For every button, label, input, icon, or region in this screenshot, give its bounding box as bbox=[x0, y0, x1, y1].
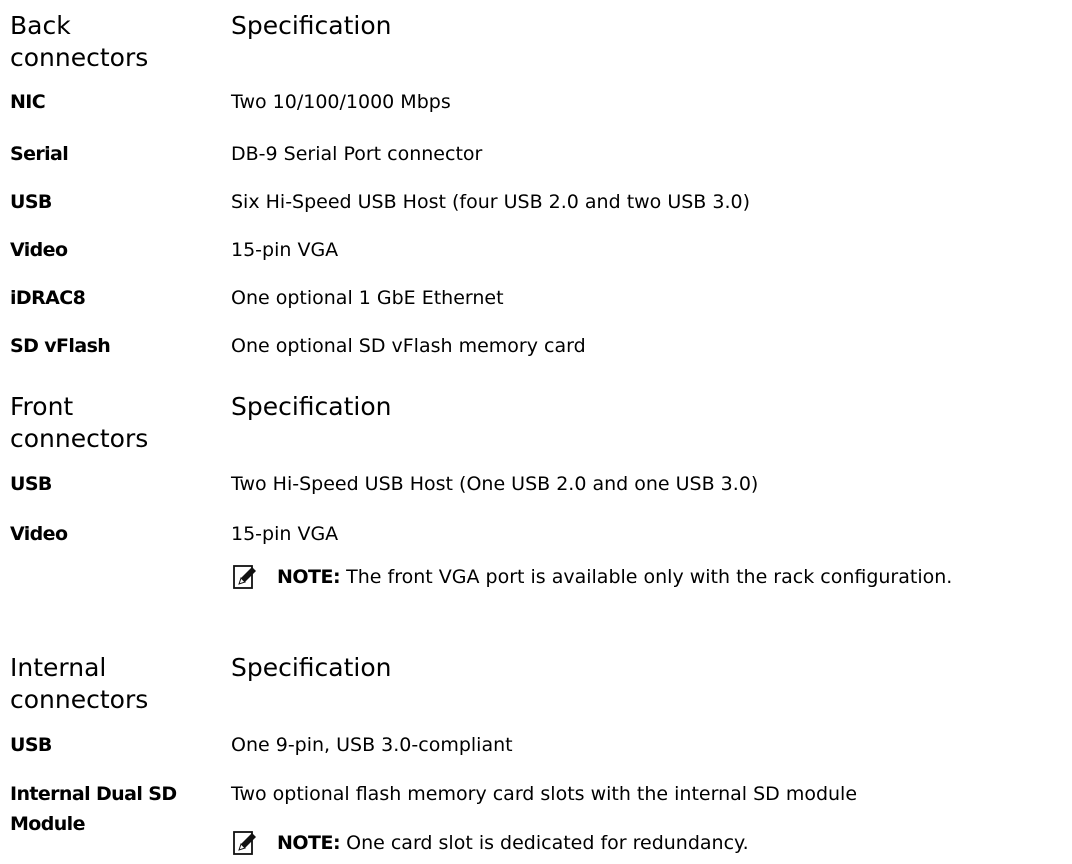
row-label: Internal Dual SD Module bbox=[10, 783, 177, 835]
row-value: DB-9 Serial Port connector bbox=[231, 143, 483, 165]
note-prefix: NOTE: bbox=[277, 566, 341, 588]
row-value: Six Hi-Speed USB Host (four USB 2.0 and … bbox=[231, 191, 751, 213]
note-body: The front VGA port is available only wit… bbox=[340, 566, 953, 588]
internal-connectors-heading: Internal connectors bbox=[10, 653, 149, 714]
note-prefix: NOTE: bbox=[277, 832, 341, 854]
row-label: Serial bbox=[10, 143, 69, 165]
internal-specification-heading: Specification bbox=[231, 653, 392, 682]
row-label: USB bbox=[10, 734, 52, 756]
front-specification-heading: Specification bbox=[231, 392, 392, 421]
row-value: Two optional flash memory card slots wit… bbox=[231, 783, 858, 805]
pencil-note-icon bbox=[233, 565, 256, 589]
front-connectors-heading: Front connectors bbox=[10, 392, 149, 453]
note-text: NOTE: One card slot is dedicated for red… bbox=[277, 830, 749, 856]
row-label: Video bbox=[10, 239, 68, 261]
row-label: USB bbox=[10, 191, 52, 213]
row-value: Two 10/100/1000 Mbps bbox=[231, 91, 451, 113]
note-body: One card slot is dedicated for redundanc… bbox=[340, 832, 749, 854]
back-connectors-heading: Back connectors bbox=[10, 11, 149, 72]
row-label: USB bbox=[10, 473, 52, 495]
back-specification-heading: Specification bbox=[231, 11, 392, 40]
pencil-note-icon bbox=[233, 831, 256, 855]
row-value: One optional SD vFlash memory card bbox=[231, 335, 586, 357]
row-label: iDRAC8 bbox=[10, 287, 86, 309]
row-label: Video bbox=[10, 523, 68, 545]
row-value: 15-pin VGA bbox=[231, 239, 339, 261]
row-value: Two Hi-Speed USB Host (One USB 2.0 and o… bbox=[231, 473, 759, 495]
note-text: NOTE: The front VGA port is available on… bbox=[277, 564, 952, 590]
row-value: One optional 1 GbE Ethernet bbox=[231, 287, 504, 309]
row-value: 15-pin VGA bbox=[231, 523, 339, 545]
row-value: One 9-pin, USB 3.0-compliant bbox=[231, 734, 513, 756]
row-label: SD vFlash bbox=[10, 335, 111, 357]
row-label: NIC bbox=[10, 91, 46, 113]
